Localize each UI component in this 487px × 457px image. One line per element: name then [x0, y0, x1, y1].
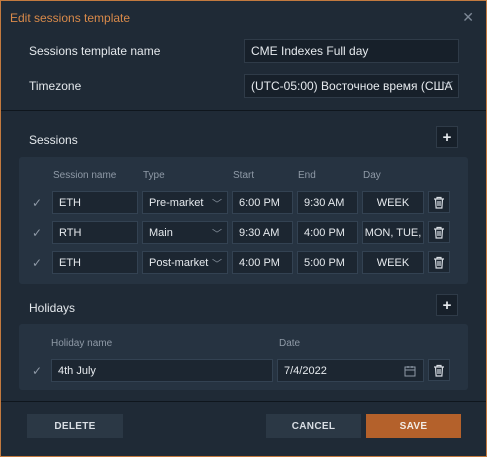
session-start-input[interactable]: 4:00 PM [232, 251, 293, 274]
trash-icon [434, 256, 444, 269]
timezone-value: (UTC-05:00) Восточное время (США [251, 79, 453, 93]
session-end-input[interactable]: 5:00 PM [297, 251, 358, 274]
session-type-select[interactable]: Main ﹀ [142, 221, 228, 244]
close-icon[interactable]: ✕ [462, 9, 474, 26]
session-type-select[interactable]: Post-market ﹀ [142, 251, 228, 274]
chevron-down-icon: ﹀ [210, 255, 222, 270]
col-day: Day [363, 170, 381, 181]
session-name-input[interactable]: RTH [52, 221, 138, 244]
timezone-label: Timezone [29, 79, 82, 93]
session-type-value: Pre-market [149, 196, 204, 209]
dialog-titlebar: Edit sessions template ✕ [1, 1, 486, 34]
trash-icon [434, 226, 444, 239]
delete-holiday-button[interactable] [428, 359, 450, 381]
check-icon[interactable]: ✓ [32, 364, 42, 378]
col-type: Type [143, 170, 165, 181]
footer-divider [1, 401, 486, 402]
session-type-value: Main [149, 226, 173, 239]
col-session-name: Session name [53, 170, 117, 181]
edit-sessions-dialog: Edit sessions template ✕ Sessions templa… [0, 0, 487, 457]
template-name-label: Sessions template name [29, 44, 161, 58]
session-day-select[interactable]: WEEK [362, 191, 424, 214]
session-start-input[interactable]: 6:00 PM [232, 191, 293, 214]
session-day-select[interactable]: WEEK [362, 251, 424, 274]
session-name-input[interactable]: ETH [52, 251, 138, 274]
col-holiday-name: Holiday name [51, 338, 113, 349]
dialog-title: Edit sessions template [10, 11, 131, 25]
delete-session-button[interactable] [428, 251, 450, 273]
holidays-title: Holidays [29, 301, 76, 315]
sessions-title: Sessions [29, 133, 78, 147]
trash-icon [434, 364, 444, 377]
delete-session-button[interactable] [428, 191, 450, 213]
check-icon[interactable]: ✓ [32, 196, 42, 210]
check-icon[interactable]: ✓ [32, 256, 42, 270]
timezone-select[interactable]: (UTC-05:00) Восточное время (США ﹀ [244, 74, 459, 98]
check-icon[interactable]: ✓ [32, 226, 42, 240]
chevron-down-icon: ﹀ [210, 225, 222, 240]
chevron-down-icon: ﹀ [210, 195, 222, 210]
holiday-date-input[interactable]: 7/4/2022 [277, 359, 424, 382]
session-start-input[interactable]: 9:30 AM [232, 221, 293, 244]
holiday-name-input[interactable]: 4th July [51, 359, 273, 382]
holiday-date-value: 7/4/2022 [284, 364, 327, 377]
col-end: End [298, 170, 316, 181]
add-holiday-button[interactable]: + [436, 294, 458, 316]
save-button[interactable]: SAVE [366, 414, 461, 438]
session-day-select[interactable]: MON, TUE, [362, 221, 424, 244]
session-end-input[interactable]: 9:30 AM [297, 191, 358, 214]
col-start: Start [233, 170, 255, 181]
session-type-value: Post-market [149, 256, 209, 269]
col-date: Date [279, 338, 301, 349]
trash-icon [434, 196, 444, 209]
delete-button[interactable]: DELETE [27, 414, 123, 438]
session-end-input[interactable]: 4:00 PM [297, 221, 358, 244]
add-session-button[interactable]: + [436, 126, 458, 148]
calendar-icon[interactable] [404, 365, 416, 377]
session-name-input[interactable]: ETH [52, 191, 138, 214]
section-divider [1, 110, 486, 111]
delete-session-button[interactable] [428, 221, 450, 243]
template-name-input[interactable]: CME Indexes Full day [244, 39, 459, 63]
session-type-select[interactable]: Pre-market ﹀ [142, 191, 228, 214]
chevron-down-icon: ﹀ [442, 81, 453, 93]
cancel-button[interactable]: CANCEL [266, 414, 361, 438]
